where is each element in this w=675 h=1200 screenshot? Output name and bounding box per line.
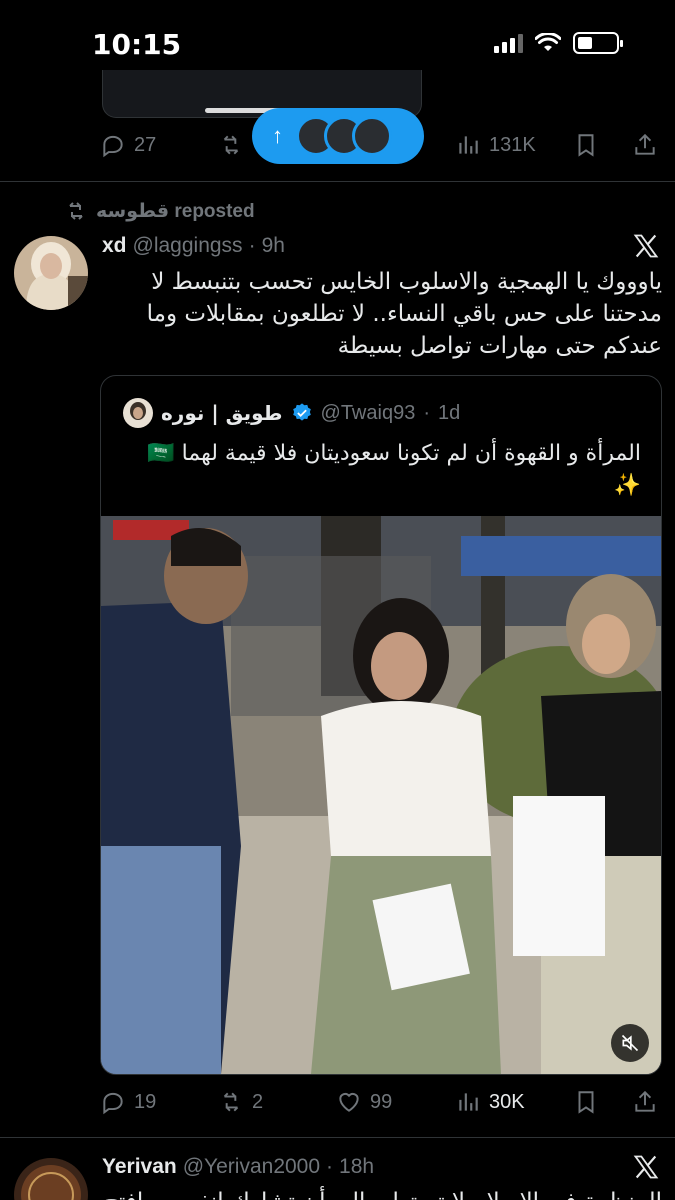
repost-button[interactable]: 2 (218, 1089, 263, 1115)
mute-button[interactable] (611, 1024, 649, 1062)
repost-icon (223, 1092, 239, 1112)
share-icon (635, 133, 655, 155)
views-icon (459, 1093, 478, 1111)
repost-icon (223, 135, 239, 155)
x-logo-icon (633, 1155, 659, 1179)
handle[interactable]: @Yerivan2000 (183, 1155, 320, 1179)
reply-button[interactable]: 19 (100, 1089, 156, 1115)
video-player[interactable] (101, 516, 661, 1074)
tweet-actions: 19 2 99 30K (100, 1082, 662, 1122)
avatar[interactable] (14, 236, 88, 310)
handle[interactable]: @laggingss (133, 234, 243, 258)
tweet-header: xd @laggingss · 9h (102, 234, 285, 258)
verified-badge-icon (292, 403, 311, 421)
like-button[interactable]: 99 (336, 1089, 392, 1115)
quote-display-name: طويق | نوره (161, 401, 283, 425)
avatar (352, 116, 392, 156)
reply-button[interactable]: 27 (100, 132, 156, 158)
heart-icon (339, 1092, 359, 1112)
new-posts-pill[interactable]: ↑ (252, 108, 424, 164)
quote-timestamp: 1d (437, 401, 461, 424)
reply-icon (103, 1092, 123, 1115)
display-name[interactable]: xd (102, 234, 127, 258)
divider (0, 181, 675, 182)
timestamp[interactable]: 9h (262, 234, 285, 258)
arrow-up-icon: ↑ (272, 123, 283, 148)
battery-icon (573, 32, 623, 54)
bookmark-button[interactable] (573, 1089, 599, 1115)
views-icon (459, 136, 478, 154)
repost-label: قطوسه reposted (96, 200, 255, 222)
status-icons (494, 32, 623, 54)
reply-count: 27 (134, 133, 157, 156)
quote-handle: @Twaiq93 (320, 401, 416, 424)
repost-button[interactable] (218, 132, 244, 158)
status-time: 10:15 (92, 28, 182, 61)
repost-count: 2 (252, 1090, 264, 1113)
views-count: 131K (489, 133, 536, 156)
avatar[interactable] (14, 1158, 88, 1200)
pill-avatars (296, 116, 392, 156)
wifi-icon (535, 33, 561, 51)
cellular-signal-icon (494, 33, 523, 53)
share-button[interactable] (632, 1089, 658, 1115)
timestamp[interactable]: 18h (339, 1155, 374, 1179)
repost-indicator[interactable]: قطوسه reposted (64, 199, 255, 223)
quote-text: المرأة و القهوة أن لم تكونا سعوديتان فلا… (147, 441, 641, 498)
bookmark-icon (578, 1091, 594, 1114)
share-button[interactable] (632, 132, 658, 158)
views-count: 30K (489, 1090, 525, 1113)
repost-icon (69, 202, 83, 220)
views-button[interactable]: 30K (455, 1089, 525, 1115)
quote-avatar (123, 398, 153, 428)
speaker-muted-icon (621, 1034, 639, 1052)
quote-header: طويق | نوره @Twaiq93 · 1d (123, 398, 460, 428)
bookmark-icon (578, 134, 594, 157)
bookmark-button[interactable] (573, 132, 599, 158)
x-logo-icon (633, 234, 659, 258)
separator-dot: · (326, 1155, 334, 1178)
views-button[interactable]: 131K (455, 132, 536, 158)
share-icon (635, 1090, 655, 1112)
separator-dot: · (248, 234, 256, 257)
quoted-tweet[interactable]: طويق | نوره @Twaiq93 · 1d المرأة و القهو… (100, 375, 662, 1075)
next-tweet-header: Yerivan @Yerivan2000 · 18h (102, 1155, 374, 1179)
like-count: 99 (370, 1090, 393, 1113)
tweet-text: ياوووك يا الهمجية والاسلوب الخايس تحسب ب… (146, 269, 662, 359)
divider (0, 1137, 675, 1138)
next-tweet-text: المنظمة في الإسلام لا تستطيع إلى أن تشار… (100, 1186, 662, 1200)
video-frame (101, 516, 661, 1074)
reply-count: 19 (134, 1090, 157, 1113)
separator-dot: · (423, 401, 430, 424)
reply-icon (103, 135, 123, 158)
display-name[interactable]: Yerivan (102, 1155, 177, 1179)
